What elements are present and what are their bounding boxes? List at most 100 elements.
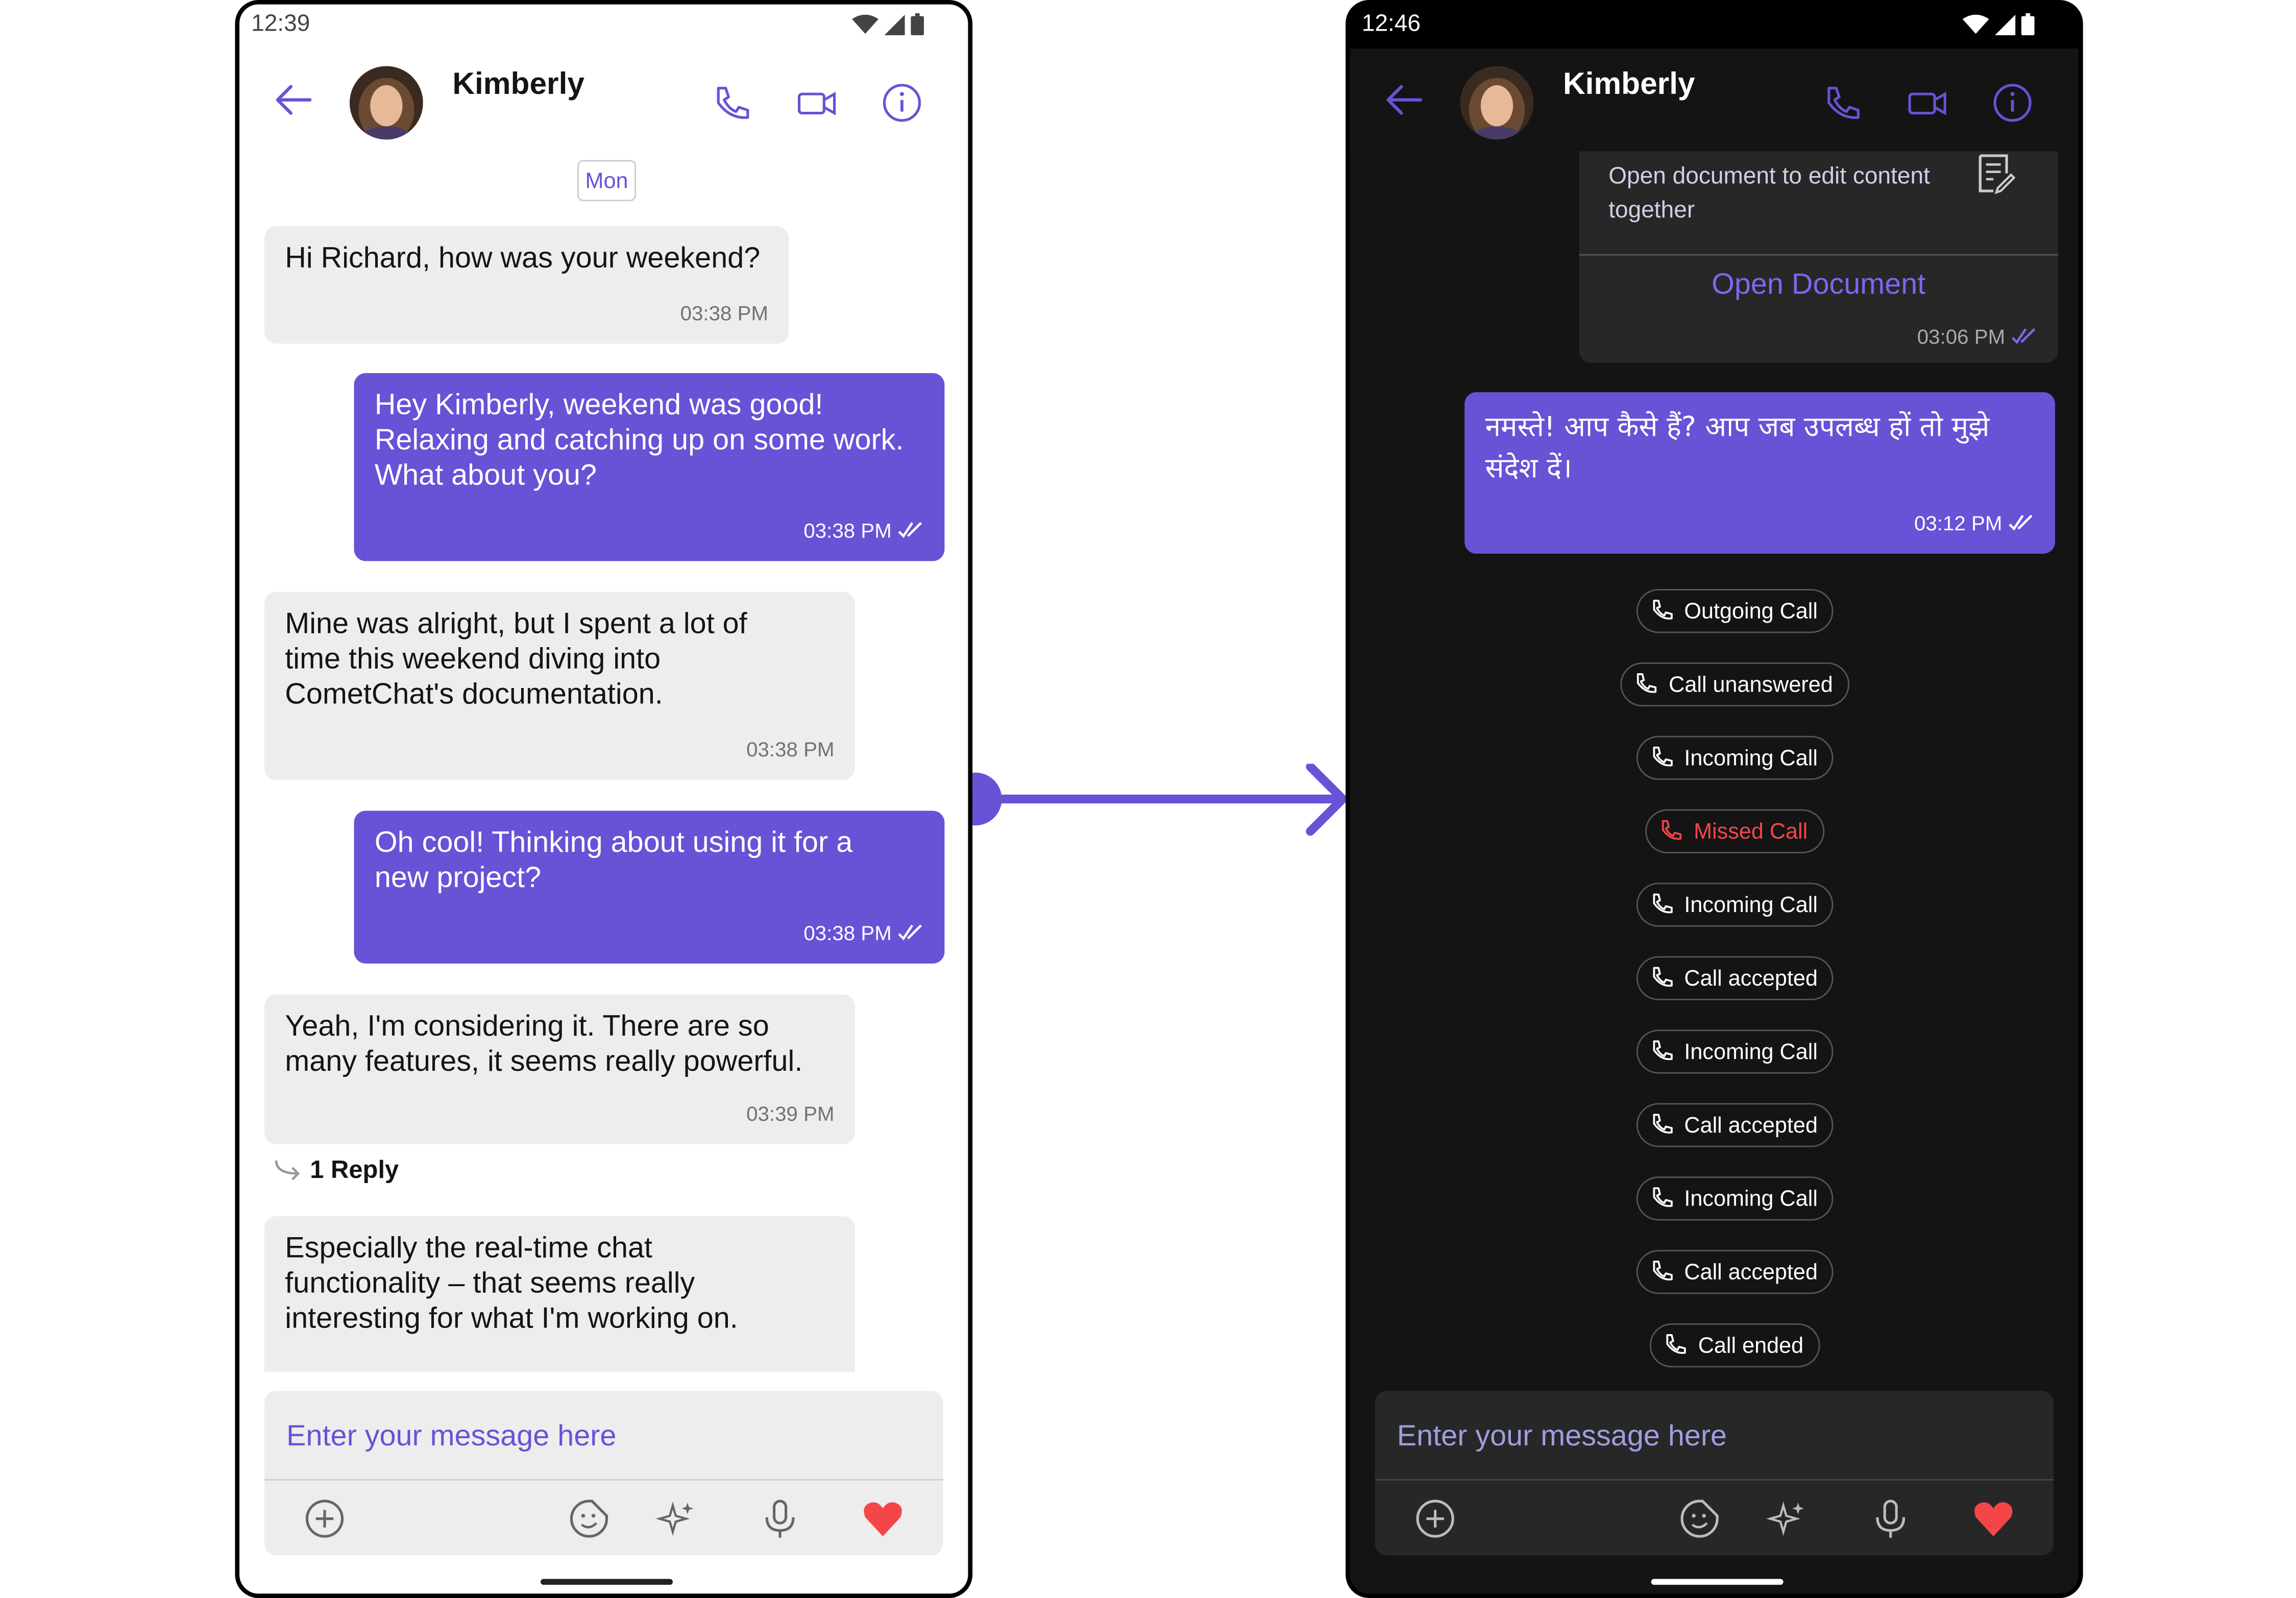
home-indicator <box>541 1579 673 1585</box>
avatar-image <box>1460 66 1534 140</box>
status-time: 12:46 <box>1361 12 1421 37</box>
phone-icon[interactable] <box>710 81 753 125</box>
phone-icon[interactable] <box>1820 81 1864 125</box>
plus-icon[interactable] <box>303 1496 347 1540</box>
call-event-chip: Call accepted <box>1635 1250 1834 1294</box>
sticker-icon[interactable] <box>1677 1496 1721 1540</box>
call-event-label: Outgoing Call <box>1684 598 1818 624</box>
open-document-button[interactable]: Open Document <box>1579 269 2058 303</box>
avatar[interactable] <box>1460 66 1534 140</box>
message-composer: Enter your message here <box>1375 1391 2054 1556</box>
double-check-icon <box>2009 514 2033 531</box>
light-phone: 12:39 Kimberly Mon Hi Richard, how was y… <box>235 0 973 1598</box>
thread-reply-link[interactable]: 1 Reply <box>272 1156 399 1186</box>
battery-icon <box>911 13 924 36</box>
message-bubble-outgoing[interactable]: Hey Kimberly, weekend was good! Relaxing… <box>354 373 945 561</box>
message-meta: 03:38 PM <box>803 915 924 950</box>
contact-name: Kimberly <box>452 67 585 102</box>
double-check-icon <box>898 522 922 538</box>
comparison-stage: 12:39 Kimberly Mon Hi Richard, how was y… <box>0 0 2296 1598</box>
reply-count: 1 Reply <box>310 1156 399 1184</box>
sticker-icon[interactable] <box>567 1496 611 1540</box>
call-event-chip: Call accepted <box>1635 956 1834 1000</box>
home-indicator <box>1651 1579 1784 1585</box>
phone-icon <box>1652 893 1672 914</box>
heart-icon[interactable] <box>861 1496 905 1540</box>
composer-divider <box>264 1479 943 1481</box>
plus-icon[interactable] <box>1413 1496 1457 1540</box>
signal-icon <box>884 14 905 35</box>
message-text: Oh cool! Thinking about using it for a n… <box>374 827 853 895</box>
call-event-chip: Call ended <box>1649 1323 1820 1368</box>
phone-icon <box>1666 1334 1686 1354</box>
back-arrow-icon[interactable] <box>272 78 315 122</box>
card-divider <box>1579 254 2058 256</box>
info-icon[interactable] <box>1990 81 2034 125</box>
call-event-label: Incoming Call <box>1684 1039 1818 1064</box>
status-bar: 12:46 <box>1350 4 2079 48</box>
double-check-icon <box>2011 328 2036 345</box>
ai-sparkle-icon[interactable] <box>1766 1496 1810 1540</box>
message-bubble-outgoing[interactable]: नमस्ते! आप कैसे हैं? आप जब उपलब्ध हों तो… <box>1464 392 2056 554</box>
call-event-label: Incoming Call <box>1684 892 1818 918</box>
call-event-label: Call unanswered <box>1669 672 1833 697</box>
dark-phone: 12:46 Open document to edit content toge… <box>1346 0 2083 1598</box>
call-event-label: Call ended <box>1698 1333 1804 1358</box>
avatar-image <box>349 66 423 140</box>
date-separator: Mon <box>577 160 637 202</box>
wifi-icon <box>1962 14 1989 33</box>
transition-arrow-icon <box>972 764 1347 836</box>
ai-sparkle-icon[interactable] <box>655 1496 699 1540</box>
message-text: नमस्ते! आप कैसे हैं? आप जब उपलब्ध हों तो… <box>1485 411 1990 485</box>
message-bubble-incoming[interactable]: Especially the real-time chat functional… <box>264 1216 855 1372</box>
phone-icon <box>1662 820 1682 840</box>
chat-header: Kimberly <box>1350 48 2079 152</box>
message-input[interactable]: Enter your message here <box>286 1420 616 1454</box>
status-icons <box>1962 13 2035 36</box>
call-event-label: Missed Call <box>1694 819 1808 844</box>
message-time: 03:06 PM <box>1917 324 2006 349</box>
message-bubble-outgoing[interactable]: Oh cool! Thinking about using it for a n… <box>354 810 945 964</box>
call-event-chip: Incoming Call <box>1635 1176 1834 1221</box>
message-time: 03:38 PM <box>803 921 892 945</box>
signal-icon <box>1995 14 2016 35</box>
microphone-icon[interactable] <box>1869 1496 1913 1540</box>
collaborative-document-card: Open document to edit content together O… <box>1579 148 2058 363</box>
phone-icon <box>1652 1261 1672 1281</box>
double-check-icon <box>898 924 922 941</box>
video-icon[interactable] <box>795 81 839 125</box>
phone-icon <box>1636 673 1657 693</box>
call-event-label: Incoming Call <box>1684 745 1818 771</box>
avatar[interactable] <box>349 66 423 140</box>
heart-icon[interactable] <box>1971 1496 2015 1540</box>
call-event-label: Call accepted <box>1684 1112 1818 1138</box>
microphone-icon[interactable] <box>758 1496 802 1540</box>
call-event-chip: Incoming Call <box>1635 882 1834 927</box>
document-description: Open document to edit content together <box>1608 164 1930 224</box>
contact-name: Kimberly <box>1562 67 1695 102</box>
reply-arrow-icon <box>275 1160 300 1181</box>
message-bubble-incoming[interactable]: Hi Richard, how was your weekend? 03:38 … <box>264 226 789 344</box>
document-icon <box>1979 154 2016 194</box>
call-event-chip: Call unanswered <box>1620 662 1849 707</box>
message-meta: 03:12 PM <box>1914 505 2035 540</box>
message-time: 03:38 PM <box>803 518 892 542</box>
message-input[interactable]: Enter your message here <box>1397 1420 1727 1454</box>
call-event-chip: Missed Call <box>1645 809 1824 854</box>
message-text: Yeah, I'm considering it. There are so m… <box>285 1010 803 1078</box>
chat-header: Kimberly <box>239 48 968 151</box>
call-event-label: Call accepted <box>1684 1259 1818 1285</box>
call-event-label: Call accepted <box>1684 966 1818 991</box>
call-event-chip: Call accepted <box>1635 1103 1834 1147</box>
back-arrow-icon[interactable] <box>1382 78 1426 122</box>
message-bubble-incoming[interactable]: Mine was alright, but I spent a lot of t… <box>264 592 855 780</box>
battery-icon <box>2021 13 2035 36</box>
message-meta: 03:06 PM <box>1917 325 2038 348</box>
status-bar: 12:39 <box>239 5 968 48</box>
message-bubble-incoming[interactable]: Yeah, I'm considering it. There are so m… <box>264 994 855 1144</box>
status-icons <box>852 13 924 36</box>
call-event-chip: Outgoing Call <box>1635 588 1834 633</box>
phone-icon <box>1652 600 1672 620</box>
video-icon[interactable] <box>1906 81 1949 125</box>
info-icon[interactable] <box>880 81 924 125</box>
